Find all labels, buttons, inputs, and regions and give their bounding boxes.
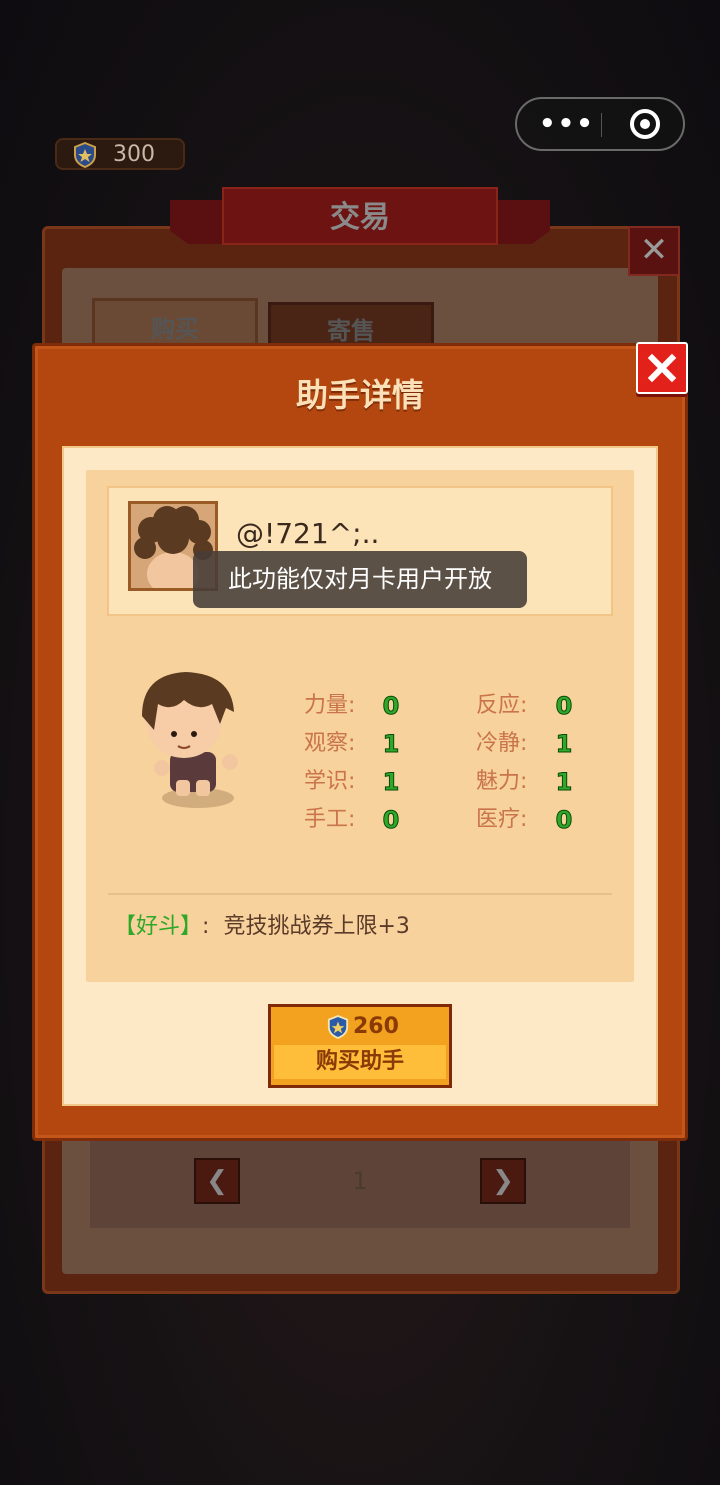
divider [108,893,612,895]
stat-value-reaction: 0 [555,692,573,721]
stat-value-observation: 1 [382,730,400,759]
stat-label-reaction: 反应: [476,693,528,718]
next-page-button[interactable]: ❯ [480,1158,526,1204]
mini-program-capsule: ••• [515,97,685,151]
trait-line: 【好斗】: 竞技挑战券上限+3 [114,906,410,948]
toast-message: 此功能仅对月卡用户开放 [193,551,527,608]
stat-value-strength: 0 [382,692,400,721]
helper-username: @!721^;.. [236,517,380,550]
ribbon-right-wing [490,200,550,244]
buy-helper-button[interactable]: 260 购买助手 [268,1004,452,1088]
capsule-separator [601,113,602,137]
stat-value-craft: 0 [382,806,400,835]
stat-label-craft: 手工: [304,807,356,832]
stat-value-knowledge: 1 [382,768,400,797]
stat-label-observation: 观察: [304,731,356,756]
trait-name: 【好斗】 [114,914,203,939]
stat-label-strength: 力量: [304,693,356,718]
trait-colon: : [202,914,210,939]
shield-coin-icon [327,1015,349,1039]
shield-coin-icon [74,142,96,168]
buy-label: 购买助手 [315,1049,404,1074]
stat-label-medical: 医疗: [476,807,528,832]
stat-value-calm: 1 [555,730,573,759]
buy-price: 260 [353,1014,399,1039]
helper-character-icon [142,672,238,808]
trait-description: 竞技挑战券上限+3 [223,914,410,939]
more-dots-icon[interactable]: ••• [539,109,593,139]
ribbon-left-wing [170,200,230,244]
modal-title: 助手详情 [295,376,424,414]
target-icon[interactable] [629,108,661,140]
stat-label-calm: 冷静: [476,731,528,756]
page-number: 1 [352,1167,368,1195]
close-icon [647,353,677,383]
currency-display: 300 [55,138,185,170]
stat-value-medical: 0 [555,806,573,835]
trade-title: 交易 [330,200,390,235]
stat-value-charm: 1 [555,768,573,797]
stat-label-charm: 魅力: [476,769,528,794]
currency-value: 300 [113,142,155,167]
trade-close-button[interactable]: ✕ [628,226,680,276]
modal-close-button[interactable] [636,342,688,394]
stat-label-knowledge: 学识: [304,769,356,794]
prev-page-button[interactable]: ❮ [194,1158,240,1204]
